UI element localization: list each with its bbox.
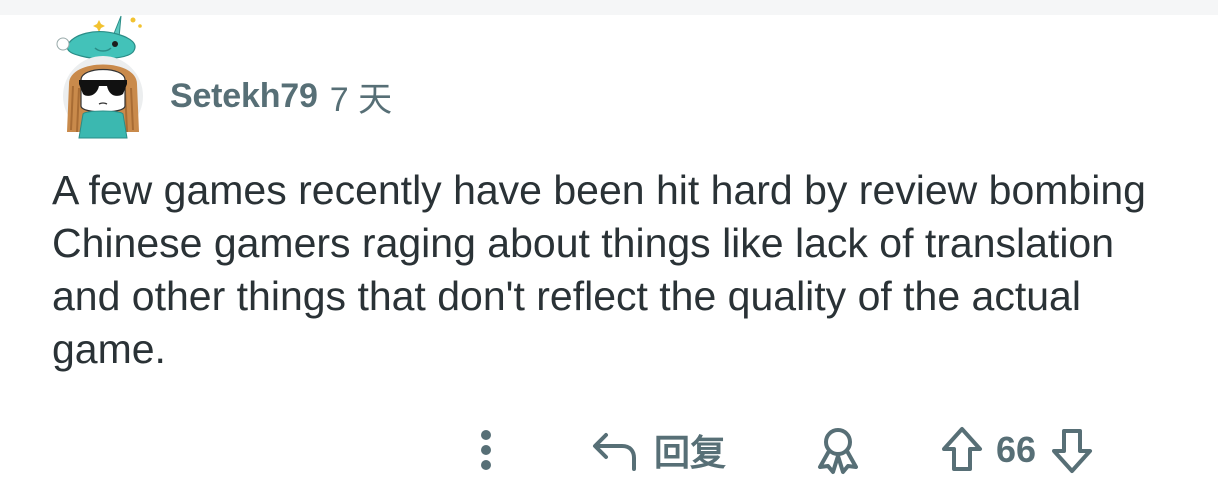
comment: Setekh79 7 天 A few games recently have b… [0,0,1218,496]
upvote-arrow-icon[interactable] [940,425,984,475]
reply-arrow-icon [590,425,640,475]
award-button[interactable] [812,420,864,480]
username[interactable]: Setekh79 [170,77,318,116]
downvote-arrow-icon[interactable] [1050,425,1094,475]
comment-body: A few games recently have been hit hard … [52,167,1146,372]
comment-age: 7 天 [329,80,393,119]
more-options-button[interactable] [466,420,506,480]
reply-label: 回复 [654,432,727,473]
award-ribbon-icon [814,425,862,475]
reply-button[interactable]: 回复 [590,420,726,480]
comment-meta: Setekh79 7 天 [170,76,392,119]
vertical-ellipsis-icon [479,428,493,472]
vote-score: 66 [996,429,1037,470]
avatar[interactable] [55,14,151,140]
vote-controls: 66 [940,420,1094,480]
comment-actions: 回复 66 [0,420,1218,480]
